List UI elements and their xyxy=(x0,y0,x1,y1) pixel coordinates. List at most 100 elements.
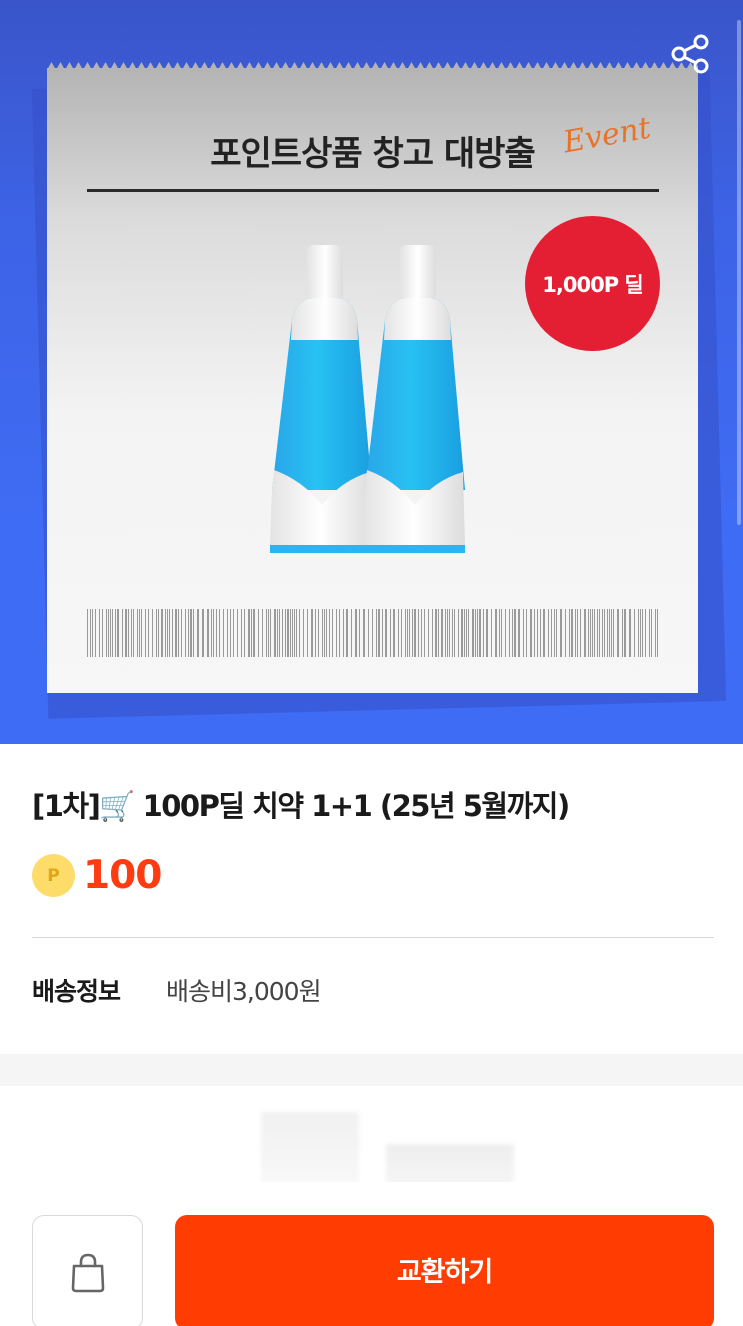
barcode-bar xyxy=(518,609,520,657)
barcode-bar xyxy=(390,609,391,657)
barcode-bar xyxy=(495,609,497,657)
exchange-button[interactable]: 교환하기 xyxy=(175,1215,714,1326)
barcode-bar xyxy=(441,609,443,657)
barcode-bar xyxy=(299,609,300,657)
share-icon xyxy=(671,34,709,74)
tube-left xyxy=(270,245,372,553)
barcode-bar xyxy=(609,609,610,657)
barcode-bar xyxy=(188,609,189,657)
product-title: [1차]🛒 100P딜 치약 1+1 (25년 5월까지) xyxy=(32,789,570,823)
barcode-bar xyxy=(611,609,612,657)
scrollbar[interactable] xyxy=(737,20,741,525)
barcode-bar xyxy=(244,609,245,657)
barcode-bar xyxy=(122,609,123,657)
barcode-bar xyxy=(322,609,323,657)
barcode-bar xyxy=(185,609,186,657)
barcode-bar xyxy=(642,609,643,657)
shipping-label: 배송정보 xyxy=(32,977,121,1006)
barcode-bar xyxy=(219,609,220,657)
barcode-bar xyxy=(602,609,603,657)
barcode-bar xyxy=(447,609,448,657)
barcode-bar xyxy=(565,609,566,657)
barcode-bar xyxy=(479,609,481,657)
barcode-bar xyxy=(613,609,614,657)
barcode-bar xyxy=(421,609,422,657)
barcode-bar xyxy=(401,609,402,657)
barcode-bar xyxy=(617,609,619,657)
deal-badge: 1,000P 딜 xyxy=(525,216,660,351)
barcode-bar xyxy=(640,609,641,657)
barcode-bar xyxy=(534,609,535,657)
barcode-bar xyxy=(428,609,429,657)
barcode-bar xyxy=(412,609,413,657)
barcode-bar xyxy=(202,609,204,657)
barcode-bar xyxy=(251,609,252,657)
barcode-bar xyxy=(165,609,166,657)
barcode-bar xyxy=(211,609,212,657)
barcode-bar xyxy=(248,609,250,657)
divider xyxy=(32,937,714,938)
barcode-bar xyxy=(452,609,453,657)
barcode-bar xyxy=(167,609,168,657)
cart-button[interactable] xyxy=(32,1215,143,1326)
barcode-bar xyxy=(514,609,516,657)
barcode-bar xyxy=(108,609,109,657)
barcode-bar xyxy=(432,609,433,657)
barcode-bar xyxy=(599,609,600,657)
barcode-bar xyxy=(372,609,373,657)
barcode-bar xyxy=(329,609,330,657)
barcode-bar xyxy=(145,609,146,657)
barcode-bar xyxy=(158,609,159,657)
barcode-bar xyxy=(382,609,383,657)
barcode-bar xyxy=(649,609,650,657)
barcode-bar xyxy=(216,609,217,657)
barcode-bar xyxy=(178,609,179,657)
barcode-bar xyxy=(303,609,304,657)
barcode-bar xyxy=(332,609,333,657)
price-row: P 100 xyxy=(32,853,162,898)
barcode-bar xyxy=(87,609,88,657)
barcode-bar xyxy=(277,609,278,657)
barcode-bar xyxy=(424,609,425,657)
share-button[interactable] xyxy=(666,32,714,76)
barcode-bar xyxy=(266,609,267,657)
barcode-bar xyxy=(368,609,369,657)
barcode-bar xyxy=(95,609,96,657)
barcode-bar xyxy=(207,609,209,657)
barcode-bar xyxy=(148,609,149,657)
barcode-bar xyxy=(282,609,283,657)
barcode-bar xyxy=(311,609,313,657)
barcode-bar xyxy=(512,609,513,657)
barcode-bar xyxy=(491,609,492,657)
barcode-bar xyxy=(466,609,467,657)
barcode-bar xyxy=(414,609,416,657)
barcode-bar xyxy=(604,609,605,657)
barcode-bar xyxy=(499,609,500,657)
detail-image-preview xyxy=(0,1086,743,1186)
hero-banner: 포인트상품 창고 대방출 Event 1,000P 딜 xyxy=(0,0,743,744)
card-divider xyxy=(87,189,659,192)
barcode-bar xyxy=(90,609,91,657)
barcode-bar xyxy=(597,609,598,657)
barcode-bar xyxy=(315,609,316,657)
barcode-bar xyxy=(190,609,192,657)
barcode-bar xyxy=(270,609,271,657)
barcode-bar xyxy=(438,609,439,657)
barcode-bar xyxy=(458,609,459,657)
barcode-bar xyxy=(526,609,527,657)
barcode-bar xyxy=(556,609,557,657)
barcode-bar xyxy=(285,609,286,657)
barcode-bar xyxy=(294,609,295,657)
barcode-bar xyxy=(551,609,552,657)
barcode-bar xyxy=(262,609,263,657)
barcode-bar xyxy=(577,609,578,657)
barcode-bar xyxy=(543,609,545,657)
barcode-bar xyxy=(454,609,455,657)
barcode-bar xyxy=(169,609,170,657)
barcode-bar xyxy=(307,609,308,657)
barcode-bar xyxy=(223,609,224,657)
barcode-bar xyxy=(483,609,484,657)
barcode-bar xyxy=(172,609,173,657)
product-price: 100 xyxy=(83,853,162,898)
barcode-bar xyxy=(237,609,238,657)
